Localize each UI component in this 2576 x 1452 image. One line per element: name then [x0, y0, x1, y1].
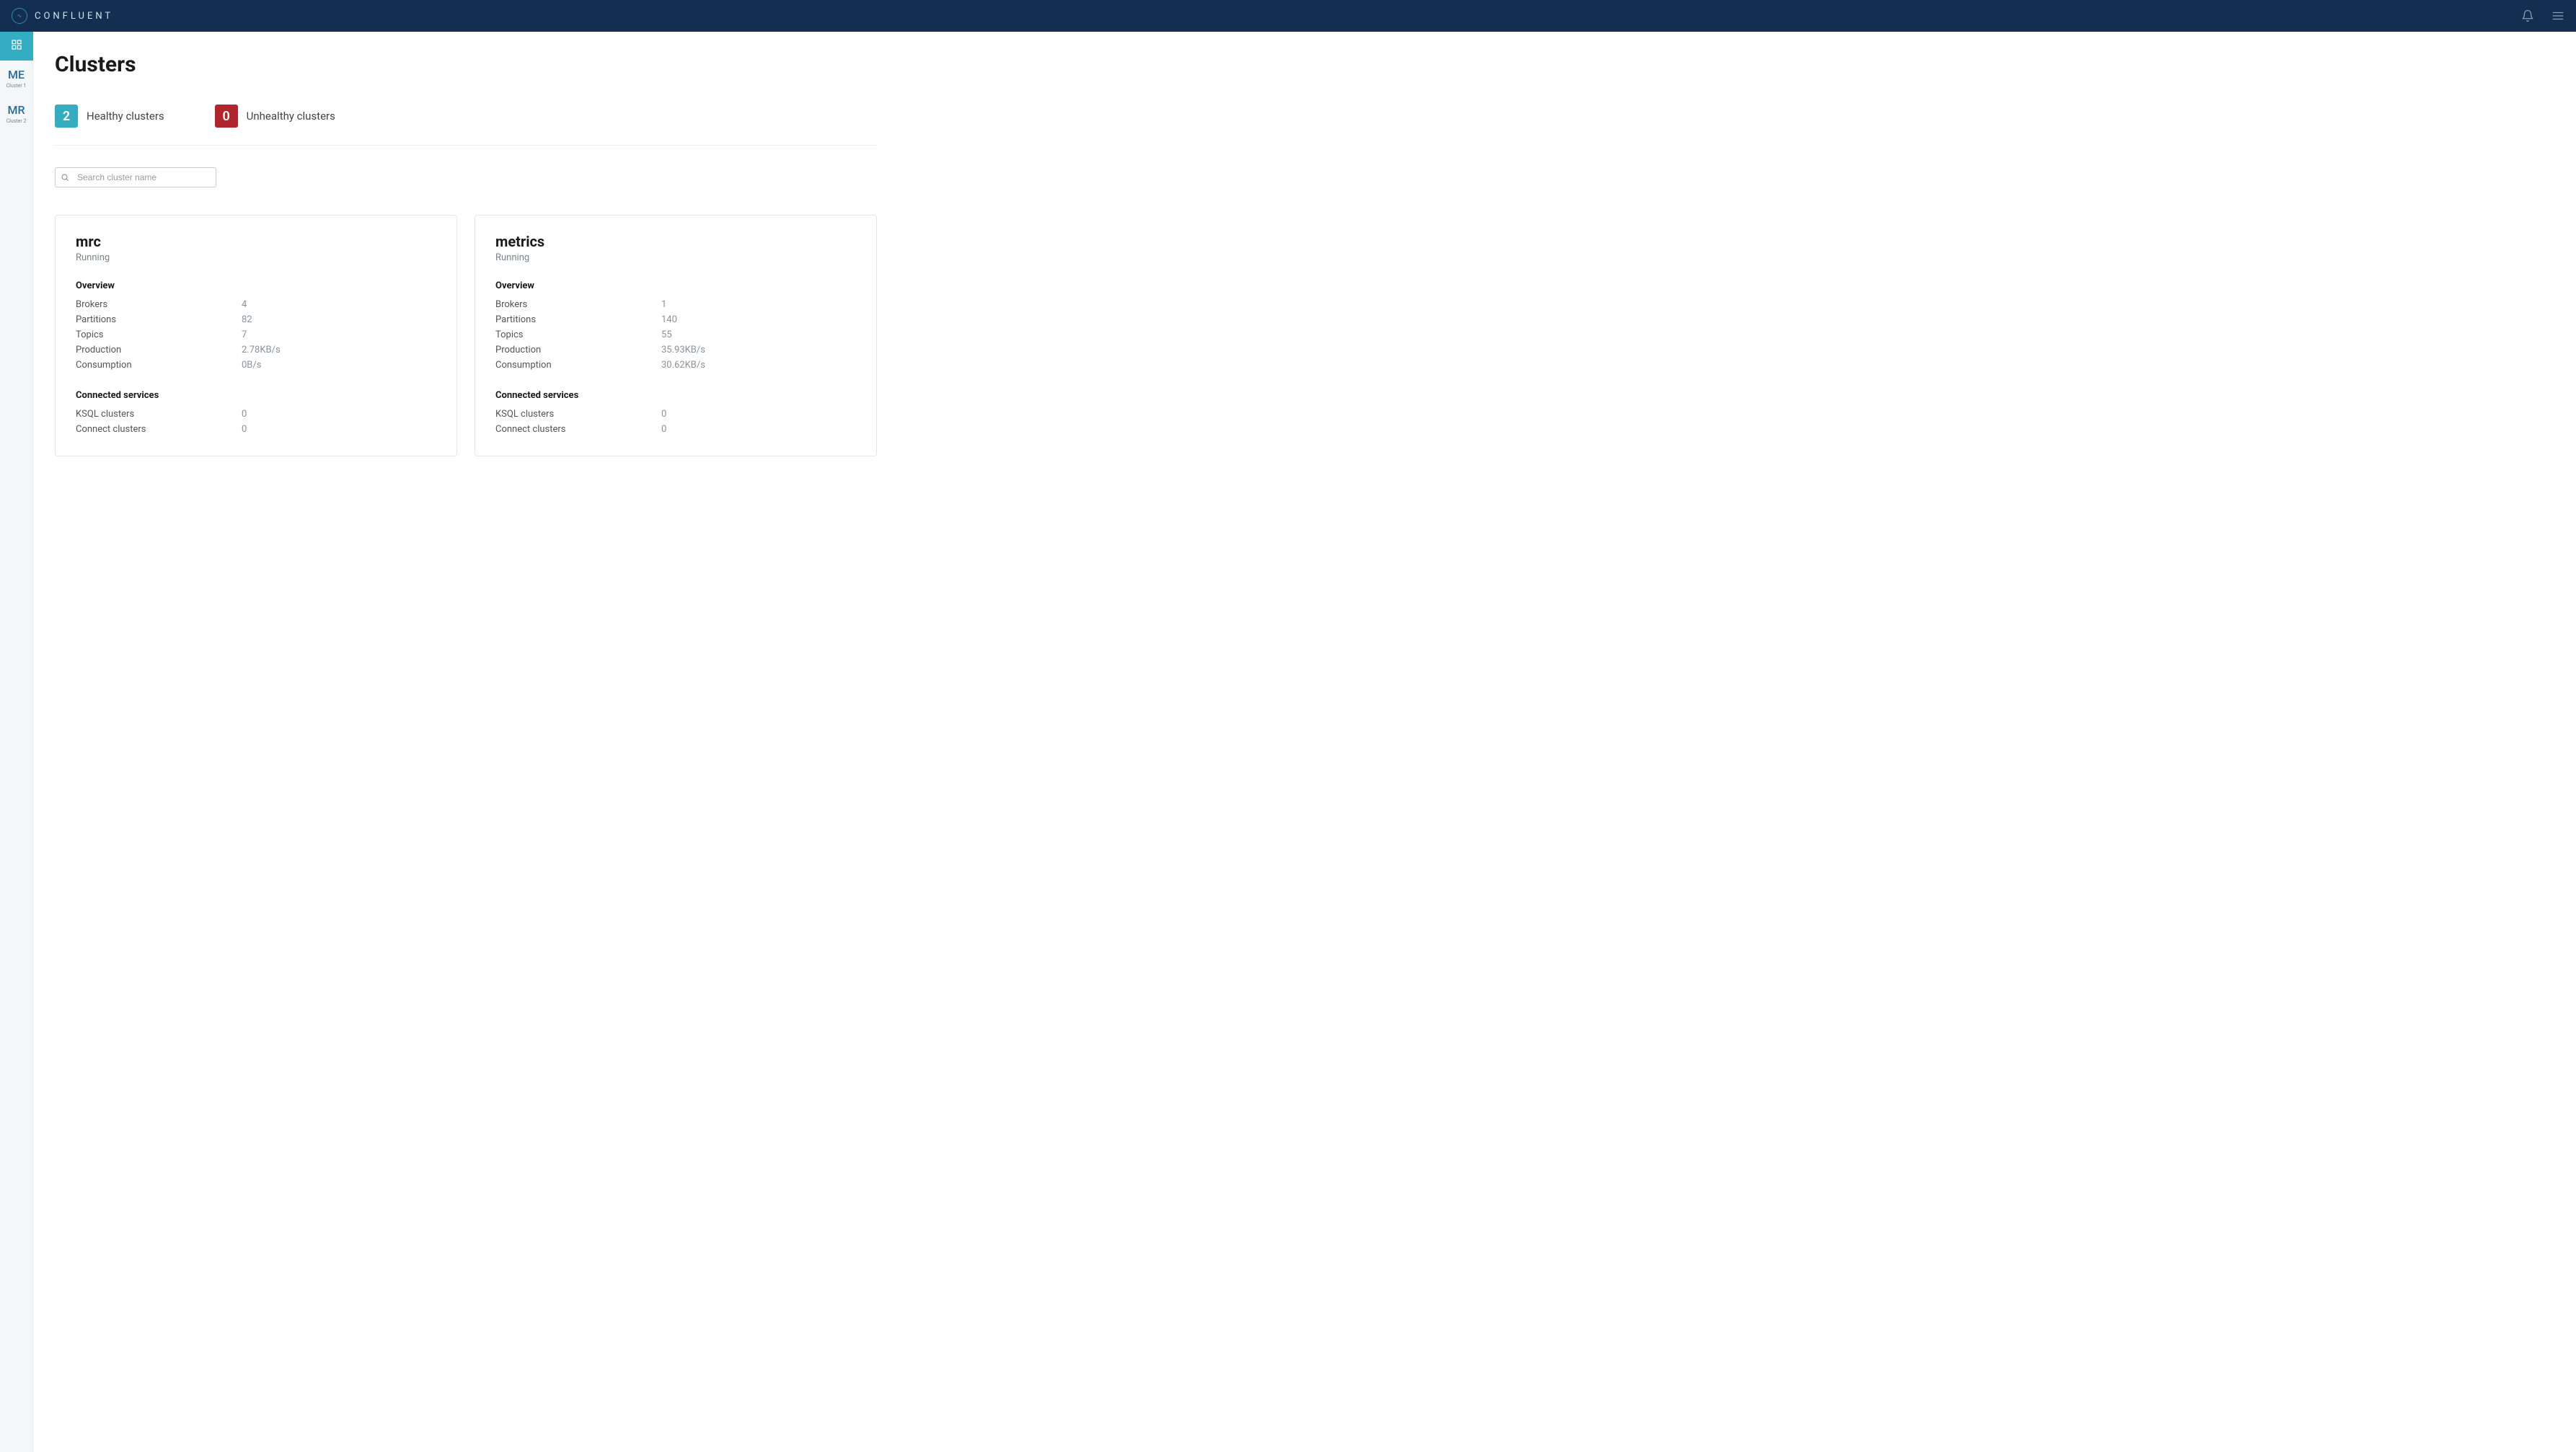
- sidebar: ME Cluster 1 MR Cluster 2: [0, 32, 33, 1452]
- kv-val: 0: [661, 409, 856, 420]
- kv-key: Topics: [76, 329, 242, 340]
- kv-key: Partitions: [495, 314, 661, 325]
- kv-ksql: KSQL clusters 0: [76, 407, 436, 422]
- main-content: Clusters 2 Healthy clusters 0 Unhealthy …: [33, 32, 2576, 1452]
- kv-brokers: Brokers 4: [76, 297, 436, 312]
- sidebar-item-label: Cluster 2: [1, 118, 32, 124]
- kv-consumption: Consumption 30.62KB/s: [495, 358, 856, 373]
- bell-icon[interactable]: [2521, 9, 2534, 22]
- kv-val: 0B/s: [242, 360, 436, 371]
- search-icon: [61, 173, 69, 182]
- cluster-status: Running: [76, 252, 436, 263]
- overview-heading: Overview: [495, 280, 856, 291]
- grid-icon: [11, 39, 22, 53]
- kv-key: Consumption: [495, 360, 661, 371]
- sidebar-item-abbr: ME: [1, 68, 32, 81]
- kv-key: Topics: [495, 329, 661, 340]
- unhealthy-label: Unhealthy clusters: [247, 110, 335, 123]
- kv-connect: Connect clusters 0: [76, 422, 436, 437]
- cluster-name: metrics: [495, 233, 856, 250]
- kv-partitions: Partitions 140: [495, 312, 856, 327]
- search-box: [55, 167, 216, 187]
- kv-key: KSQL clusters: [76, 409, 242, 420]
- topbar: CONFLUENT: [0, 0, 2576, 32]
- kv-val: 0: [242, 409, 436, 420]
- unhealthy-clusters-stat: 0 Unhealthy clusters: [215, 105, 335, 128]
- connected-heading: Connected services: [76, 390, 436, 401]
- kv-key: Production: [495, 345, 661, 355]
- cluster-cards: mrc Running Overview Brokers 4 Partition…: [55, 215, 877, 456]
- cluster-card-mrc[interactable]: mrc Running Overview Brokers 4 Partition…: [55, 215, 457, 456]
- kv-val: 30.62KB/s: [661, 360, 856, 371]
- kv-val: 0: [242, 424, 436, 435]
- kv-production: Production 2.78KB/s: [76, 342, 436, 358]
- confluent-logo-icon: [12, 8, 27, 24]
- sidebar-item-cluster-1[interactable]: ME Cluster 1: [0, 61, 33, 96]
- cluster-card-metrics[interactable]: metrics Running Overview Brokers 1 Parti…: [475, 215, 877, 456]
- kv-val: 82: [242, 314, 436, 325]
- kv-key: Brokers: [495, 299, 661, 310]
- kv-production: Production 35.93KB/s: [495, 342, 856, 358]
- kv-key: Connect clusters: [76, 424, 242, 435]
- overview-heading: Overview: [76, 280, 436, 291]
- kv-val: 2.78KB/s: [242, 345, 436, 355]
- kv-val: 1: [661, 299, 856, 310]
- kv-val: 55: [661, 329, 856, 340]
- kv-ksql: KSQL clusters 0: [495, 407, 856, 422]
- kv-val: 4: [242, 299, 436, 310]
- kv-val: 0: [661, 424, 856, 435]
- kv-key: Production: [76, 345, 242, 355]
- kv-topics: Topics 7: [76, 327, 436, 342]
- kv-consumption: Consumption 0B/s: [76, 358, 436, 373]
- topbar-actions: [2521, 9, 2564, 22]
- kv-topics: Topics 55: [495, 327, 856, 342]
- kv-key: KSQL clusters: [495, 409, 661, 420]
- search-input[interactable]: [55, 167, 216, 187]
- brand[interactable]: CONFLUENT: [12, 8, 113, 24]
- healthy-label: Healthy clusters: [87, 110, 164, 123]
- kv-val: 7: [242, 329, 436, 340]
- healthy-count-badge: 2: [55, 105, 78, 128]
- sidebar-item-cluster-2[interactable]: MR Cluster 2: [0, 96, 33, 131]
- kv-connect: Connect clusters 0: [495, 422, 856, 437]
- unhealthy-count-badge: 0: [215, 105, 238, 128]
- health-stats: 2 Healthy clusters 0 Unhealthy clusters: [55, 105, 2554, 128]
- kv-key: Connect clusters: [495, 424, 661, 435]
- cluster-status: Running: [495, 252, 856, 263]
- kv-partitions: Partitions 82: [76, 312, 436, 327]
- sidebar-home-button[interactable]: [0, 32, 33, 61]
- menu-icon[interactable]: [2551, 9, 2564, 22]
- kv-val: 140: [661, 314, 856, 325]
- kv-key: Brokers: [76, 299, 242, 310]
- sidebar-item-abbr: MR: [1, 103, 32, 117]
- divider: [55, 145, 877, 146]
- kv-key: Partitions: [76, 314, 242, 325]
- kv-key: Consumption: [76, 360, 242, 371]
- page-title: Clusters: [55, 52, 2554, 77]
- cluster-name: mrc: [76, 233, 436, 250]
- kv-val: 35.93KB/s: [661, 345, 856, 355]
- brand-text: CONFLUENT: [35, 11, 113, 22]
- connected-heading: Connected services: [495, 390, 856, 401]
- healthy-clusters-stat: 2 Healthy clusters: [55, 105, 164, 128]
- kv-brokers: Brokers 1: [495, 297, 856, 312]
- sidebar-item-label: Cluster 1: [1, 83, 32, 89]
